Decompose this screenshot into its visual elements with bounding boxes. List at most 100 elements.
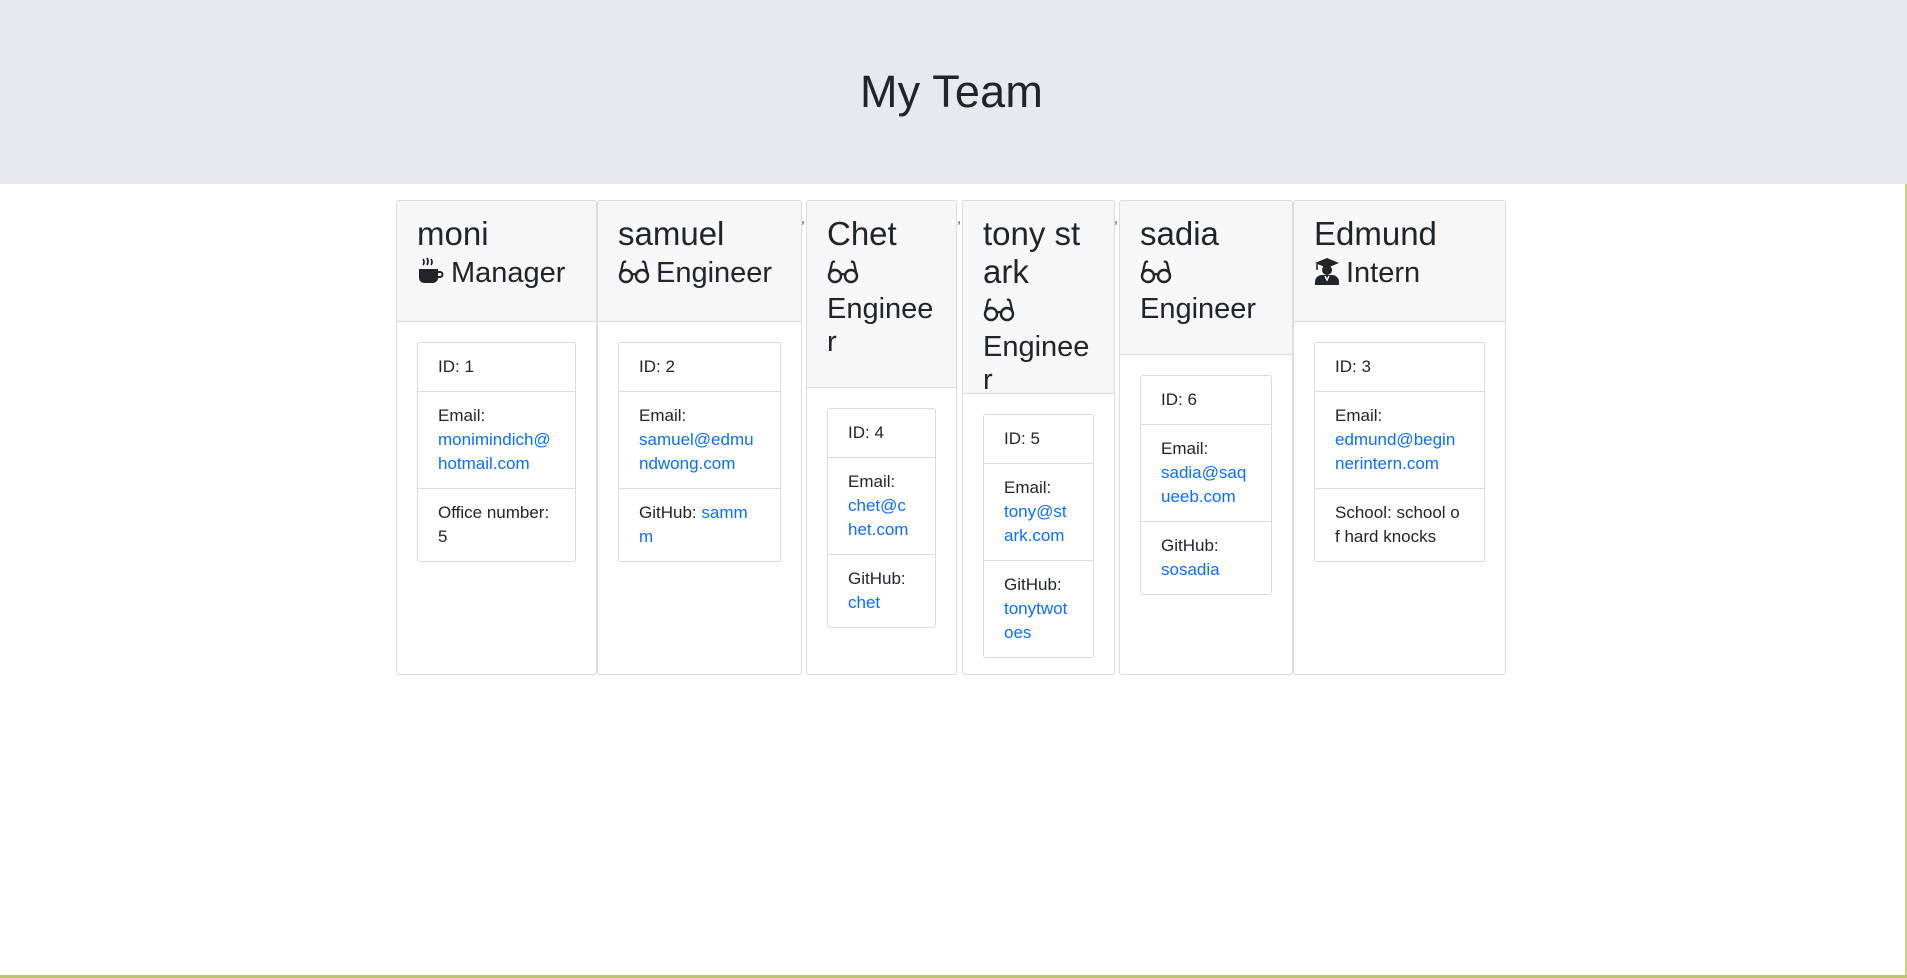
card-header: Edmund Intern — [1294, 201, 1505, 322]
employee-role: Engineer — [618, 257, 781, 293]
email-label: Email: — [1335, 406, 1383, 425]
employee-card-edmund: Edmund Intern ID: 3 Email: edmund@beginne… — [1293, 200, 1506, 675]
github-label: GitHub: — [848, 569, 906, 588]
github-item: GitHub: chet — [828, 554, 935, 627]
employee-name: sadia — [1140, 215, 1219, 252]
email-label: Email: — [438, 406, 486, 425]
email-item: Email: sadia@saqueeb.com — [1141, 424, 1271, 521]
id-item: ID: 6 — [1141, 376, 1271, 424]
employee-role: Manager — [417, 257, 576, 293]
office-number-value: 5 — [438, 527, 448, 546]
details-list: ID: 1 Email: monimindich@hotmail.com Offi… — [417, 342, 576, 562]
employee-role: Engineer — [1140, 257, 1272, 326]
id-label: ID: — [639, 357, 666, 376]
school-label: School: — [1335, 503, 1397, 522]
email-item: Email: edmund@beginnerintern.com — [1315, 391, 1484, 488]
details-list: ID: 6 Email: sadia@saqueeb.com GitHub: sos… — [1140, 375, 1272, 595]
employee-name: samuel — [618, 215, 725, 252]
graduate-icon — [1314, 257, 1340, 293]
role-label: Engineer — [1140, 293, 1257, 325]
card-header: tony stark Engineer — [963, 201, 1114, 397]
id-value: 3 — [1361, 357, 1371, 376]
employee-role: Intern — [1314, 257, 1485, 293]
id-item: ID: 1 — [418, 343, 575, 391]
employee-name: Edmund — [1314, 215, 1437, 252]
card-body: ID: 2 Email: samuel@edmundwong.com GitHub… — [598, 322, 801, 582]
role-label: Engineer — [656, 257, 773, 289]
github-link[interactable]: chet — [848, 593, 880, 612]
id-value: 6 — [1187, 390, 1197, 409]
coffee-icon — [417, 257, 445, 293]
id-value: 4 — [874, 423, 884, 442]
email-item: Email: chet@chet.com — [828, 457, 935, 554]
role-label: Manager — [451, 257, 566, 289]
email-label: Email: — [639, 406, 687, 425]
email-item: Email: samuel@edmundwong.com — [619, 391, 780, 488]
id-value: 1 — [464, 357, 474, 376]
id-label: ID: — [1335, 357, 1362, 376]
email-item: Email: tony@stark.com — [984, 463, 1093, 560]
glasses-icon — [827, 257, 859, 293]
employee-card-tony-stark: tony stark Engineer ID: 5 Email: tony@sta… — [962, 200, 1115, 675]
id-item: ID: 3 — [1315, 343, 1484, 391]
github-label: GitHub: — [639, 503, 702, 522]
employee-role: Engineer — [983, 295, 1094, 397]
card-body: ID: 4 Email: chet@chet.com GitHub: chet — [807, 388, 956, 648]
employee-name: Chet — [827, 215, 897, 252]
employee-card-moni: moni Manager ID: 1 Email: monimindich@hot… — [396, 200, 597, 675]
role-label: Engineer — [983, 331, 1090, 396]
id-item: ID: 4 — [828, 409, 935, 457]
id-label: ID: — [438, 357, 465, 376]
github-link[interactable]: tonytwotoes — [1004, 599, 1067, 642]
details-list: ID: 3 Email: edmund@beginnerintern.com Sc… — [1314, 342, 1485, 562]
employee-card-samuel: samuel Engineer ID: 2 Email: samuel@edmun… — [597, 200, 802, 675]
id-label: ID: — [1161, 390, 1188, 409]
school-item: School: school of hard knocks — [1315, 488, 1484, 561]
email-link[interactable]: tony@stark.com — [1004, 502, 1067, 545]
github-link[interactable]: sosadia — [1161, 560, 1220, 579]
separator-comma: , — [957, 210, 961, 226]
email-link[interactable]: samuel@edmundwong.com — [639, 430, 754, 473]
card-body: ID: 3 Email: edmund@beginnerintern.com Sc… — [1294, 322, 1505, 582]
email-label: Email: — [848, 472, 896, 491]
employee-card-chet: Chet Engineer ID: 4 Email: chet@chet.com … — [806, 200, 957, 675]
card-header: Chet Engineer — [807, 201, 956, 388]
id-label: ID: — [848, 423, 875, 442]
id-item: ID: 2 — [619, 343, 780, 391]
page-header: My Team — [0, 0, 1907, 184]
id-item: ID: 5 — [984, 415, 1093, 463]
glasses-icon — [618, 257, 650, 293]
github-item: GitHub: tonytwotoes — [984, 560, 1093, 657]
email-item: Email: monimindich@hotmail.com — [418, 391, 575, 488]
email-link[interactable]: chet@chet.com — [848, 496, 908, 539]
card-body: ID: 5 Email: tony@stark.com GitHub: tonytw… — [963, 394, 1114, 674]
email-link[interactable]: sadia@saqueeb.com — [1161, 463, 1246, 506]
id-value: 2 — [665, 357, 675, 376]
glasses-icon — [983, 295, 1015, 331]
github-item: GitHub: sosadia — [1141, 521, 1271, 594]
card-header: samuel Engineer — [598, 201, 801, 322]
card-header: moni Manager — [397, 201, 596, 322]
employee-name: moni — [417, 215, 489, 252]
github-item: GitHub: sammm — [619, 488, 780, 561]
card-body: ID: 6 Email: sadia@saqueeb.com GitHub: sos… — [1120, 355, 1292, 615]
email-label: Email: — [1004, 478, 1052, 497]
employee-name: tony stark — [983, 215, 1081, 290]
role-label: Engineer — [827, 293, 934, 358]
office-number-item: Office number: 5 — [418, 488, 575, 561]
role-label: Intern — [1346, 257, 1421, 289]
card-header: sadia Engineer — [1120, 201, 1292, 355]
details-list: ID: 4 Email: chet@chet.com GitHub: chet — [827, 408, 936, 628]
card-body: ID: 1 Email: monimindich@hotmail.com Offi… — [397, 322, 596, 582]
employee-card-sadia: sadia Engineer ID: 6 Email: sadia@saqueeb… — [1119, 200, 1293, 675]
github-label: GitHub: — [1004, 575, 1062, 594]
page-title: My Team — [859, 66, 1044, 117]
email-link[interactable]: monimindich@hotmail.com — [438, 430, 551, 473]
email-link[interactable]: edmund@beginnerintern.com — [1335, 430, 1455, 473]
id-label: ID: — [1004, 429, 1031, 448]
office-number-label: Office number: — [438, 503, 550, 522]
details-list: ID: 5 Email: tony@stark.com GitHub: tonytw… — [983, 414, 1094, 658]
github-label: GitHub: — [1161, 536, 1219, 555]
employee-role: Engineer — [827, 257, 936, 359]
details-list: ID: 2 Email: samuel@edmundwong.com GitHub… — [618, 342, 781, 562]
